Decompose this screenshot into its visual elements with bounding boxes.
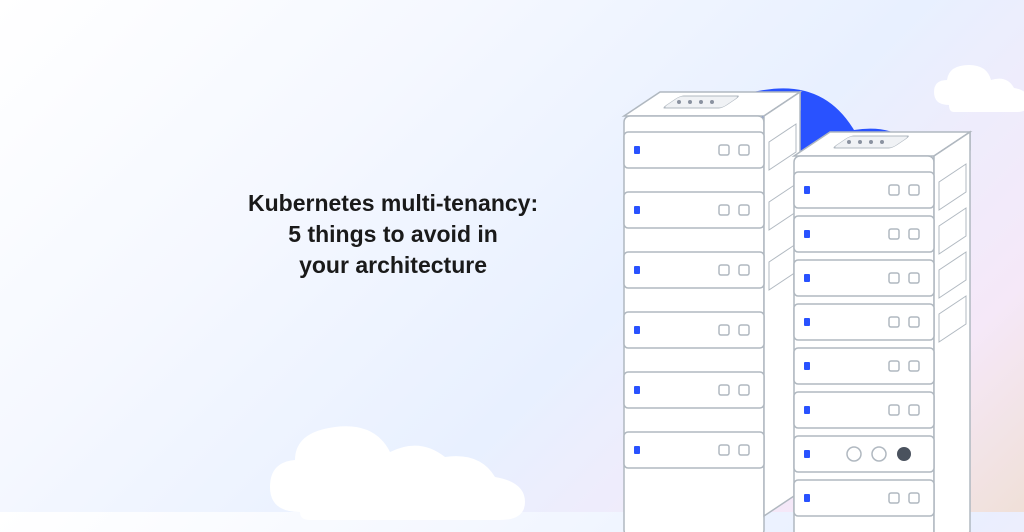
- cloud-large-icon: [260, 402, 540, 532]
- server-racks-icon: [614, 72, 994, 532]
- page-title: Kubernetes multi-tenancy: 5 things to av…: [248, 188, 538, 281]
- title-line-2: 5 things to avoid in: [288, 221, 498, 247]
- title-line-3: your architecture: [299, 252, 487, 278]
- title-line-1: Kubernetes multi-tenancy:: [248, 190, 538, 216]
